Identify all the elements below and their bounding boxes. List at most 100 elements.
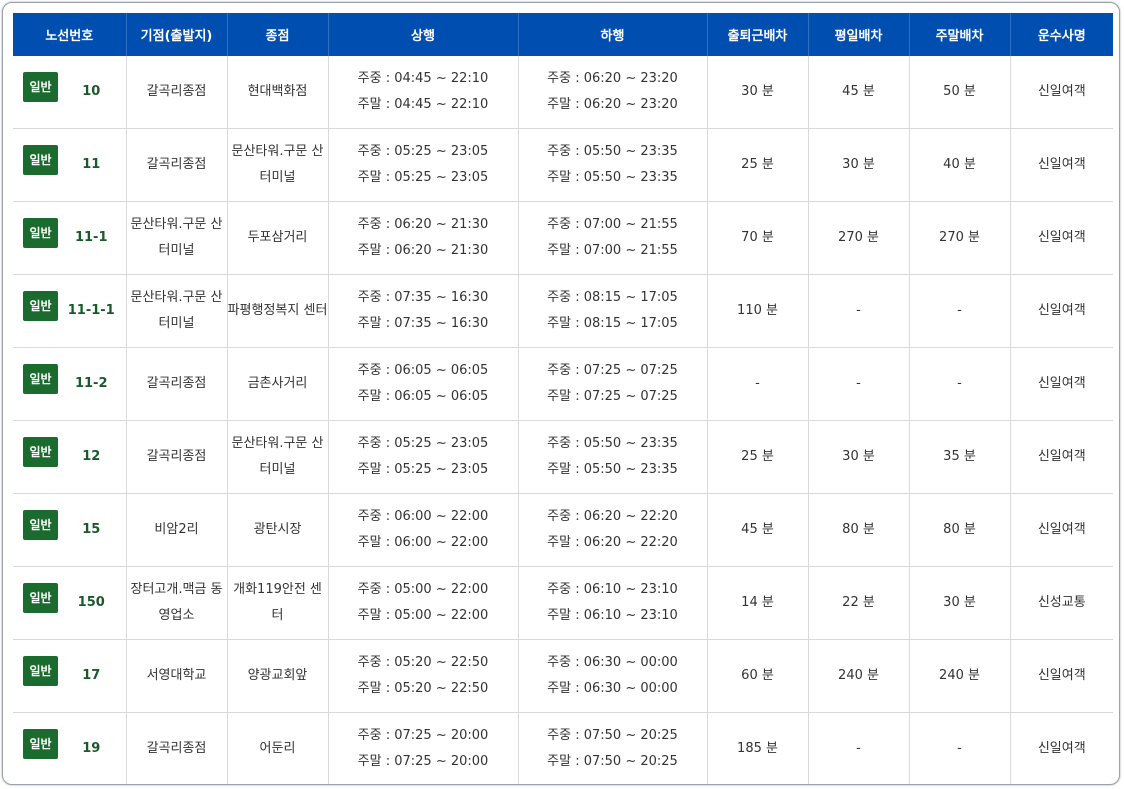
weekend-interval-cell: 40 분: [908, 128, 1010, 202]
weekday-interval-cell: 270 분: [807, 201, 909, 275]
table-row: 일반 19 갈곡리종점 어둔리 주중 : 07:25 ~ 20:00 주말 : 07:25…: [13, 712, 1113, 784]
end-text: 개화119안전 센터: [233, 582, 322, 623]
company-cell: 신일여객: [1009, 639, 1113, 713]
up-cell: 주중 : 06:05 ~ 06:05 주말 : 06:05 ~ 06:05: [327, 347, 518, 421]
route-type-badge: 일반: [23, 364, 58, 394]
up-weekday-time: 주중 : 05:25 ~ 23:05: [357, 436, 489, 451]
company-cell: 신일여객: [1009, 712, 1113, 784]
end-text: 문산타워.구문 산터미널: [231, 144, 324, 185]
company-cell: 신일여객: [1009, 128, 1113, 202]
down-weekday-time: 주중 : 05:50 ~ 23:35: [547, 144, 678, 159]
route-type-badge: 일반: [23, 583, 58, 613]
route-type-badge: 일반: [23, 291, 58, 321]
table-row: 일반 11-1-1 문산타워.구문 산터미널 파평행정복지 센터 주중 : 07:35 …: [13, 274, 1113, 348]
down-weekend-time: 주말 : 06:20 ~ 23:20: [547, 97, 678, 112]
end-cell: 광탄시장: [226, 493, 328, 567]
start-cell: 갈곡리종점: [125, 712, 227, 784]
route-number-link[interactable]: 11-2: [59, 348, 124, 420]
down-weekday-time: 주중 : 06:20 ~ 23:20: [547, 71, 678, 86]
end-cell: 개화119안전 센터: [226, 566, 328, 640]
up-weekday-time: 주중 : 07:35 ~ 16:30: [357, 290, 489, 305]
start-text: 비암2리: [154, 522, 199, 537]
route-number-link[interactable]: 150: [59, 567, 124, 639]
route-number-link[interactable]: 17: [59, 640, 124, 712]
header-commute-interval: 출퇴근배차: [706, 13, 808, 56]
down-weekday-time: 주중 : 07:00 ~ 21:55: [547, 217, 678, 232]
up-weekend-time: 주말 : 07:25 ~ 20:00: [357, 754, 489, 769]
route-number-link[interactable]: 15: [59, 494, 124, 566]
table-row: 일반 10 갈곡리종점 현대백화점 주중 : 04:45 ~ 22:10 주말 : 04:…: [13, 56, 1113, 129]
end-cell: 문산타워.구문 산터미널: [226, 420, 328, 494]
weekend-interval-cell: 35 분: [908, 420, 1010, 494]
down-weekday-time: 주중 : 08:15 ~ 17:05: [547, 290, 678, 305]
start-cell: 문산타워.구문 산터미널: [125, 274, 227, 348]
route-number-cell: 일반 150: [13, 566, 126, 640]
down-weekend-time: 주말 : 06:10 ~ 23:10: [547, 608, 678, 623]
down-weekend-time: 주말 : 08:15 ~ 17:05: [547, 316, 678, 331]
route-type-badge: 일반: [23, 218, 58, 248]
commute-interval-cell: 45 분: [706, 493, 808, 567]
end-cell: 두포삼거리: [226, 201, 328, 275]
start-text: 서영대학교: [146, 668, 207, 683]
down-weekday-time: 주중 : 06:30 ~ 00:00: [547, 655, 678, 670]
up-weekend-time: 주말 : 06:00 ~ 22:00: [357, 535, 489, 550]
route-number-link[interactable]: 11: [59, 129, 124, 201]
route-number-link[interactable]: 10: [59, 56, 124, 128]
weekend-interval-cell: 80 분: [908, 493, 1010, 567]
up-cell: 주중 : 06:20 ~ 21:30 주말 : 06:20 ~ 21:30: [327, 201, 518, 275]
down-cell: 주중 : 07:00 ~ 21:55 주말 : 07:00 ~ 21:55: [517, 201, 707, 275]
route-number-cell: 일반 10: [13, 56, 126, 129]
down-cell: 주중 : 05:50 ~ 23:35 주말 : 05:50 ~ 23:35: [517, 420, 707, 494]
down-weekend-time: 주말 : 05:50 ~ 23:35: [547, 462, 678, 477]
header-route-number: 노선번호: [13, 13, 126, 56]
route-number-link[interactable]: 19: [59, 713, 124, 784]
start-text: 문산타워.구문 산터미널: [130, 290, 223, 331]
up-weekend-time: 주말 : 05:20 ~ 22:50: [357, 681, 489, 696]
start-cell: 갈곡리종점: [125, 128, 227, 202]
weekday-interval-cell: 80 분: [807, 493, 909, 567]
down-weekend-time: 주말 : 07:50 ~ 20:25: [547, 754, 678, 769]
up-cell: 주중 : 05:20 ~ 22:50 주말 : 05:20 ~ 22:50: [327, 639, 518, 713]
end-cell: 어둔리: [226, 712, 328, 784]
route-type-badge: 일반: [23, 729, 58, 759]
weekend-interval-cell: -: [908, 347, 1010, 421]
route-number-cell: 일반 15: [13, 493, 126, 567]
route-number-link[interactable]: 11-1-1: [59, 275, 124, 347]
up-cell: 주중 : 06:00 ~ 22:00 주말 : 06:00 ~ 22:00: [327, 493, 518, 567]
start-cell: 갈곡리종점: [125, 347, 227, 421]
route-number-cell: 일반 11-2: [13, 347, 126, 421]
end-cell: 문산타워.구문 산터미널: [226, 128, 328, 202]
table-row: 일반 11 갈곡리종점 문산타워.구문 산터미널 주중 : 05:25 ~ 23:05 주…: [13, 128, 1113, 202]
start-cell: 장터고개.맥금 동영업소: [125, 566, 227, 640]
company-cell: 신일여객: [1009, 420, 1113, 494]
down-weekend-time: 주말 : 07:25 ~ 07:25: [547, 389, 678, 404]
commute-interval-cell: -: [706, 347, 808, 421]
down-cell: 주중 : 06:10 ~ 23:10 주말 : 06:10 ~ 23:10: [517, 566, 707, 640]
start-text: 문산타워.구문 산터미널: [130, 217, 223, 258]
down-weekend-time: 주말 : 07:00 ~ 21:55: [547, 243, 678, 258]
route-number-link[interactable]: 12: [59, 421, 124, 493]
route-number-link[interactable]: 11-1: [59, 202, 124, 274]
up-weekday-time: 주중 : 05:25 ~ 23:05: [357, 144, 489, 159]
company-cell: 신일여객: [1009, 274, 1113, 348]
up-cell: 주중 : 07:35 ~ 16:30 주말 : 07:35 ~ 16:30: [327, 274, 518, 348]
company-cell: 신일여객: [1009, 347, 1113, 421]
route-type-badge: 일반: [23, 72, 58, 102]
down-weekday-time: 주중 : 07:25 ~ 07:25: [547, 363, 678, 378]
route-number-cell: 일반 11-1-1: [13, 274, 126, 348]
company-cell: 신일여객: [1009, 201, 1113, 275]
down-cell: 주중 : 07:50 ~ 20:25 주말 : 07:50 ~ 20:25: [517, 712, 707, 784]
commute-interval-cell: 70 분: [706, 201, 808, 275]
table-row: 일반 11-1 문산타워.구문 산터미널 두포삼거리 주중 : 06:20 ~ 21:3…: [13, 201, 1113, 275]
route-number-cell: 일반 17: [13, 639, 126, 713]
commute-interval-cell: 60 분: [706, 639, 808, 713]
up-weekday-time: 주중 : 06:00 ~ 22:00: [357, 509, 489, 524]
weekend-interval-cell: -: [908, 274, 1010, 348]
end-cell: 양광교회앞: [226, 639, 328, 713]
weekend-interval-cell: 50 분: [908, 56, 1010, 129]
bus-route-table: 노선번호 기점(출발지) 종점 상행 하행 출퇴근배차 평일배차 주말배차 운수…: [13, 13, 1113, 784]
header-start: 기점(출발지): [125, 13, 227, 56]
up-weekend-time: 주말 : 07:35 ~ 16:30: [357, 316, 489, 331]
up-weekday-time: 주중 : 05:00 ~ 22:00: [357, 582, 489, 597]
down-cell: 주중 : 08:15 ~ 17:05 주말 : 08:15 ~ 17:05: [517, 274, 707, 348]
